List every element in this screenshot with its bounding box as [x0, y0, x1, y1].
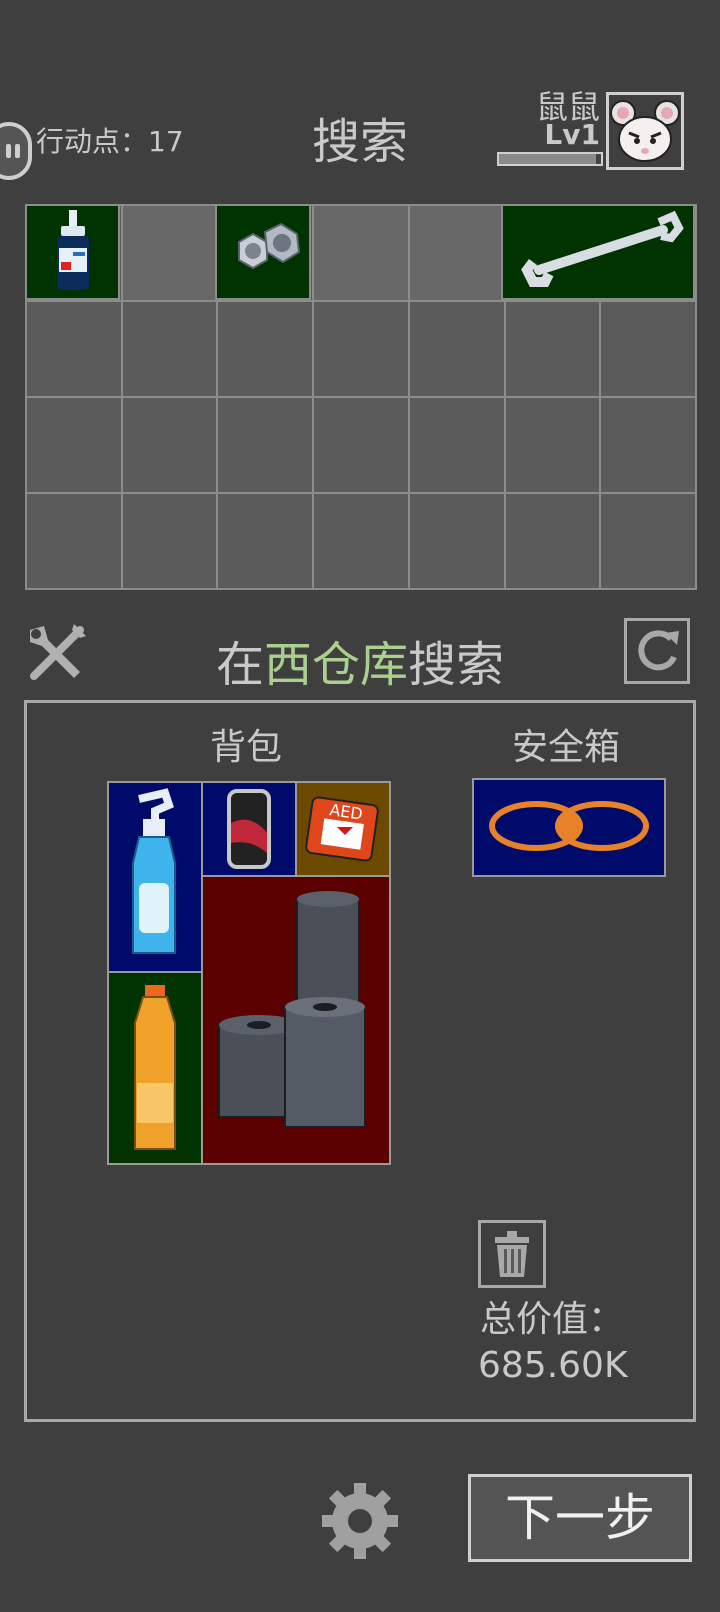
loot-cell[interactable]	[25, 300, 123, 398]
loot-cell[interactable]	[216, 300, 315, 398]
loot-cell[interactable]	[407, 396, 506, 494]
loot-cell[interactable]	[216, 396, 315, 494]
energy-can-icon	[227, 789, 271, 869]
wrench-icon	[521, 210, 684, 287]
loot-cell[interactable]	[120, 204, 219, 302]
settings-button[interactable]	[314, 1475, 406, 1567]
loot-cell[interactable]	[407, 492, 506, 590]
trash-icon	[495, 1231, 529, 1277]
trash-button[interactable]	[478, 1220, 546, 1288]
glue-bottle-icon	[57, 210, 89, 290]
loot-cell[interactable]	[120, 396, 219, 494]
loot-cell[interactable]	[312, 300, 410, 398]
loot-cell[interactable]	[503, 300, 602, 398]
loot-cell[interactable]	[407, 300, 506, 398]
aed-kit-icon: AED	[305, 796, 379, 862]
loot-cell[interactable]	[599, 300, 697, 398]
loot-item-nuts[interactable]	[215, 204, 311, 300]
loot-cell[interactable]	[120, 300, 219, 398]
loot-cell[interactable]	[216, 492, 315, 590]
gear-icon	[322, 1483, 398, 1559]
rope-coil-icon	[489, 801, 649, 851]
loot-cell[interactable]	[312, 396, 410, 494]
next-step-button[interactable]: 下一步	[468, 1474, 692, 1562]
backpack-item-aed[interactable]: AED	[295, 781, 391, 877]
backpack-item-pipes[interactable]	[201, 875, 391, 1165]
spray-bottle-icon	[132, 788, 176, 954]
backpack-grid: AED	[107, 781, 395, 1165]
backpack-item-can[interactable]	[201, 781, 297, 877]
loot-cell[interactable]	[25, 492, 123, 590]
backpack-item-water[interactable]	[107, 971, 203, 1165]
total-value: 685.60K	[478, 1345, 628, 1386]
loot-item-wrench[interactable]	[501, 204, 695, 300]
hex-nuts-icon	[238, 222, 301, 270]
loot-cell[interactable]	[407, 204, 506, 302]
xp-fill	[499, 154, 596, 164]
search-location-name: 西仓库	[263, 637, 408, 693]
loot-cell[interactable]	[120, 492, 219, 590]
loot-grid	[25, 204, 697, 590]
loot-cell[interactable]	[599, 396, 697, 494]
water-bottle-icon	[134, 985, 176, 1150]
backpack-label: 背包	[210, 727, 283, 768]
refresh-icon	[638, 630, 679, 671]
safe-box-label: 安全箱	[512, 727, 621, 768]
avatar[interactable]	[606, 92, 684, 170]
player-level: Lv1	[544, 118, 600, 151]
pipe-rolls-icon	[218, 891, 366, 1128]
loot-cell[interactable]	[25, 396, 123, 494]
xp-bar	[497, 152, 603, 166]
search-location-title: 在西仓库搜索	[0, 625, 720, 695]
mouse-avatar-icon	[610, 100, 680, 162]
search-suffix: 搜索	[408, 637, 505, 693]
loot-cell[interactable]	[599, 492, 697, 590]
loot-item-glue[interactable]	[25, 204, 120, 300]
safe-box-item-rope[interactable]	[472, 778, 666, 877]
backpack-item-spray[interactable]	[107, 781, 203, 973]
refresh-button[interactable]	[624, 618, 690, 684]
loot-cell[interactable]	[503, 492, 602, 590]
search-prefix: 在	[215, 637, 264, 693]
loot-cell[interactable]	[312, 492, 410, 590]
loot-cell[interactable]	[503, 396, 602, 494]
total-value-label: 总价值：	[480, 1299, 625, 1340]
loot-cell[interactable]	[312, 204, 410, 302]
